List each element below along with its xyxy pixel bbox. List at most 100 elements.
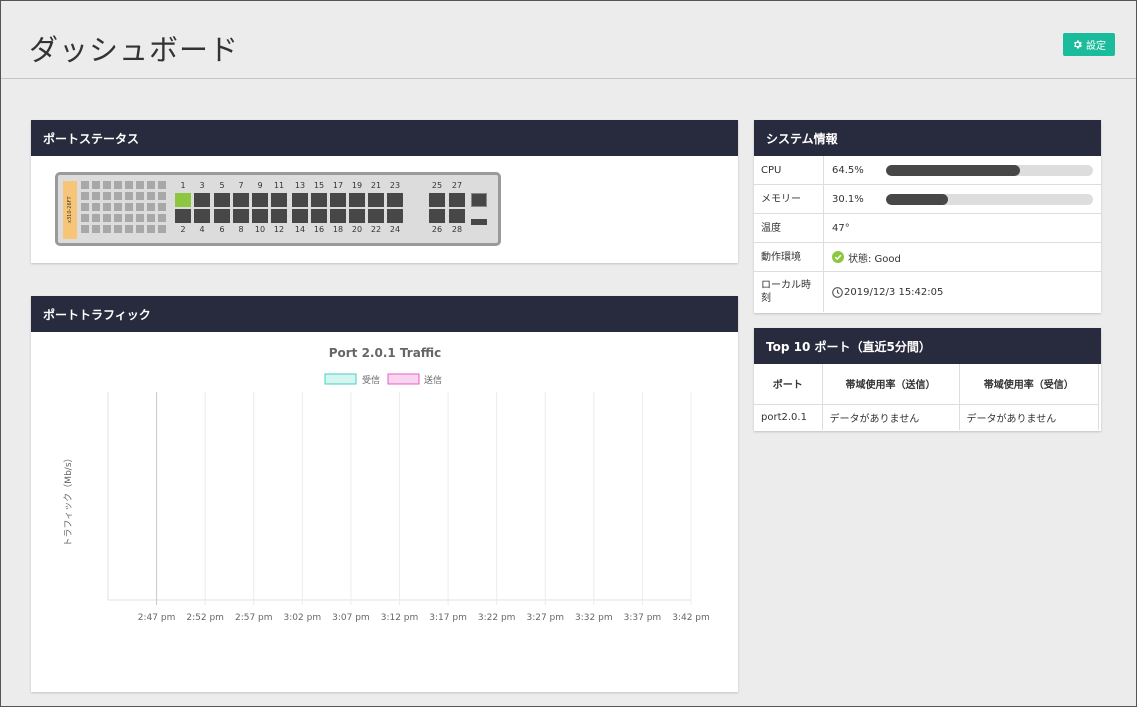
port-15[interactable] (311, 193, 327, 207)
status-led (147, 192, 155, 200)
status-led (103, 225, 111, 233)
x-tick-label: 3:22 pm (478, 613, 516, 623)
port-number: 16 (313, 225, 325, 234)
port-number: 12 (273, 225, 285, 234)
status-led (92, 203, 100, 211)
port-24[interactable] (387, 209, 403, 223)
x-tick-label: 3:02 pm (284, 613, 322, 623)
port-22[interactable] (368, 209, 384, 223)
cpu-value: 64.5% (832, 164, 864, 176)
port-23[interactable] (387, 193, 403, 207)
port-28[interactable] (449, 209, 465, 223)
page-header: ダッシュボード 設定 (1, 1, 1136, 79)
column-header-tx[interactable]: 帯域使用率（送信） (822, 364, 960, 405)
port-number: 20 (351, 225, 363, 234)
port-14[interactable] (292, 209, 308, 223)
status-led (147, 181, 155, 189)
chart-legend: 受信 送信 (324, 373, 442, 386)
environment-label: 動作環境 (754, 243, 824, 271)
status-led (147, 225, 155, 233)
port-6[interactable] (214, 209, 230, 223)
port-11[interactable] (271, 193, 287, 207)
status-led (81, 214, 89, 222)
status-led (81, 203, 89, 211)
x-tick-label: 3:12 pm (381, 613, 419, 623)
port-19[interactable] (349, 193, 365, 207)
temperature-row: 温度 47° (754, 214, 1101, 243)
port-number: 3 (199, 181, 205, 190)
cpu-label: CPU (754, 156, 824, 184)
status-led (81, 192, 89, 200)
x-tick-label: 3:27 pm (526, 613, 564, 623)
port-18[interactable] (330, 209, 346, 223)
status-led (103, 181, 111, 189)
status-led (125, 192, 133, 200)
port-3[interactable] (194, 193, 210, 207)
memory-bar (886, 193, 1093, 205)
legend-rx-label: 受信 (362, 374, 380, 386)
port-4[interactable] (194, 209, 210, 223)
local-time-value: 2019/12/3 15:42:05 (844, 286, 944, 298)
port-1[interactable] (175, 193, 191, 207)
environment-row: 動作環境 状態: Good (754, 243, 1101, 272)
switch-model-label: x310-26FT (63, 181, 77, 239)
cpu-row: CPU 64.5% (754, 156, 1101, 185)
status-led (147, 203, 155, 211)
table-row: port2.0.1 データがありません データがありません (754, 404, 1099, 430)
x-tick-label: 3:17 pm (429, 613, 467, 623)
status-led (158, 181, 166, 189)
gear-icon (1074, 40, 1082, 49)
usb-port[interactable] (471, 219, 487, 225)
legend-tx-label: 送信 (424, 374, 442, 386)
x-tick-label: 3:32 pm (575, 613, 613, 623)
port-20[interactable] (349, 209, 365, 223)
chart-grid (107, 392, 692, 605)
rx-cell: データがありません (959, 404, 1099, 430)
status-led (114, 192, 122, 200)
port-21[interactable] (368, 193, 384, 207)
port-16[interactable] (311, 209, 327, 223)
column-header-port[interactable]: ポート (754, 364, 823, 405)
settings-button[interactable]: 設定 (1063, 33, 1115, 56)
x-tick-label: 2:52 pm (186, 613, 224, 623)
port-13[interactable] (292, 193, 308, 207)
status-led (114, 225, 122, 233)
status-led (136, 203, 144, 211)
port-number: 19 (351, 181, 363, 190)
status-led (136, 181, 144, 189)
traffic-chart: Port 2.0.1 Traffic 受信 送信 2:47 pm 2:52 pm 2… (63, 346, 710, 623)
port-12[interactable] (271, 209, 287, 223)
port-7[interactable] (233, 193, 249, 207)
legend-rx-swatch[interactable] (324, 373, 357, 385)
port-26[interactable] (429, 209, 445, 223)
port-8[interactable] (233, 209, 249, 223)
legend-tx-swatch[interactable] (387, 373, 420, 385)
port-17[interactable] (330, 193, 346, 207)
memory-label: メモリー (754, 185, 824, 213)
environment-value: 状態: Good (848, 253, 901, 265)
system-info-title: システム情報 (754, 120, 1101, 156)
port-5[interactable] (214, 193, 230, 207)
console-port[interactable] (471, 193, 487, 207)
port-25[interactable] (429, 193, 445, 207)
port-number: 17 (332, 181, 344, 190)
status-led (114, 181, 122, 189)
status-led (158, 214, 166, 222)
port-2[interactable] (175, 209, 191, 223)
port-number: 25 (431, 181, 443, 190)
check-circle-icon (832, 251, 844, 263)
column-header-rx[interactable]: 帯域使用率（受信） (959, 364, 1099, 405)
port-9[interactable] (252, 193, 268, 207)
top10-table: ポート 帯域使用率（送信） 帯域使用率（受信） port2.0.1 データがあり… (754, 364, 1099, 430)
port-27[interactable] (449, 193, 465, 207)
port-number: 11 (273, 181, 285, 190)
port-10[interactable] (252, 209, 268, 223)
status-led (92, 214, 100, 222)
port-number: 8 (238, 225, 244, 234)
status-led (147, 214, 155, 222)
memory-row: メモリー 30.1% (754, 185, 1101, 214)
x-tick-label: 3:07 pm (332, 613, 370, 623)
memory-value: 30.1% (832, 193, 864, 205)
clock-icon (832, 286, 843, 298)
page-title: ダッシュボード (29, 33, 240, 67)
